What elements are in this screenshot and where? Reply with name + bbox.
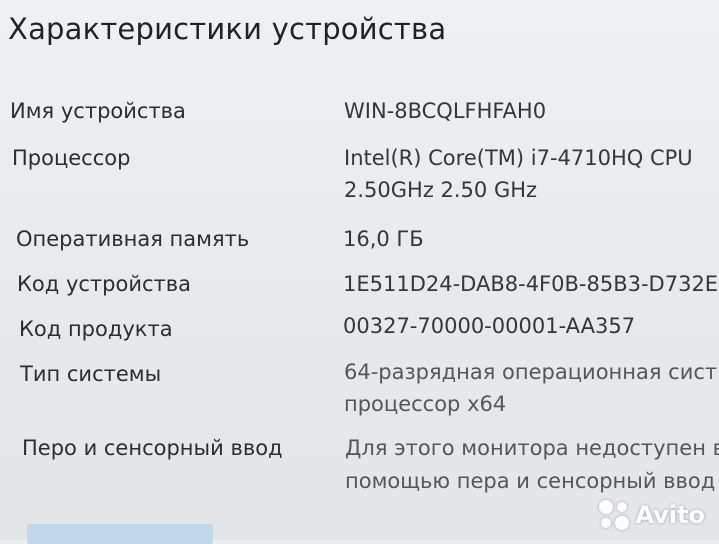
avito-watermark: Avito (599, 500, 705, 530)
watermark-text: Avito (635, 501, 705, 529)
page-title: Характеристики устройства (8, 12, 447, 46)
system-type-value-line2[interactable]: процессор x64 (344, 388, 506, 420)
device-id-value[interactable]: 1E511D24-DAB8-4F0B-85B3-D732E (343, 268, 718, 300)
device-name-value[interactable]: WIN-8BCQLFHFAH0 (344, 95, 546, 127)
pen-touch-value-line1[interactable]: Для этого монитора недоступен в (345, 432, 719, 464)
product-id-label: Код продукта (19, 317, 173, 341)
copy-button[interactable] (27, 524, 213, 544)
processor-value-line2[interactable]: 2.50GHz 2.50 GHz (344, 174, 537, 206)
pen-touch-value-line2[interactable]: помощью пера и сенсорный ввод (345, 465, 715, 497)
ram-label: Оперативная память (16, 227, 250, 251)
processor-label: Процессор (12, 146, 131, 170)
system-type-value-line1[interactable]: 64-разрядная операционная сист (344, 356, 717, 388)
product-id-value[interactable]: 00327-70000-00001-AA357 (343, 310, 635, 342)
device-specifications-panel: Характеристики устройства Имя устройства… (0, 0, 719, 544)
device-id-label: Код устройства (17, 272, 192, 296)
ram-value[interactable]: 16,0 ГБ (343, 223, 424, 255)
system-type-label: Тип системы (20, 362, 162, 386)
pen-touch-label: Перо и сенсорный ввод (22, 436, 283, 460)
device-name-label: Имя устройства (10, 99, 186, 123)
processor-value-line1[interactable]: Intel(R) Core(TM) i7-4710HQ CPU (344, 142, 693, 174)
avito-dots-icon (599, 500, 630, 530)
